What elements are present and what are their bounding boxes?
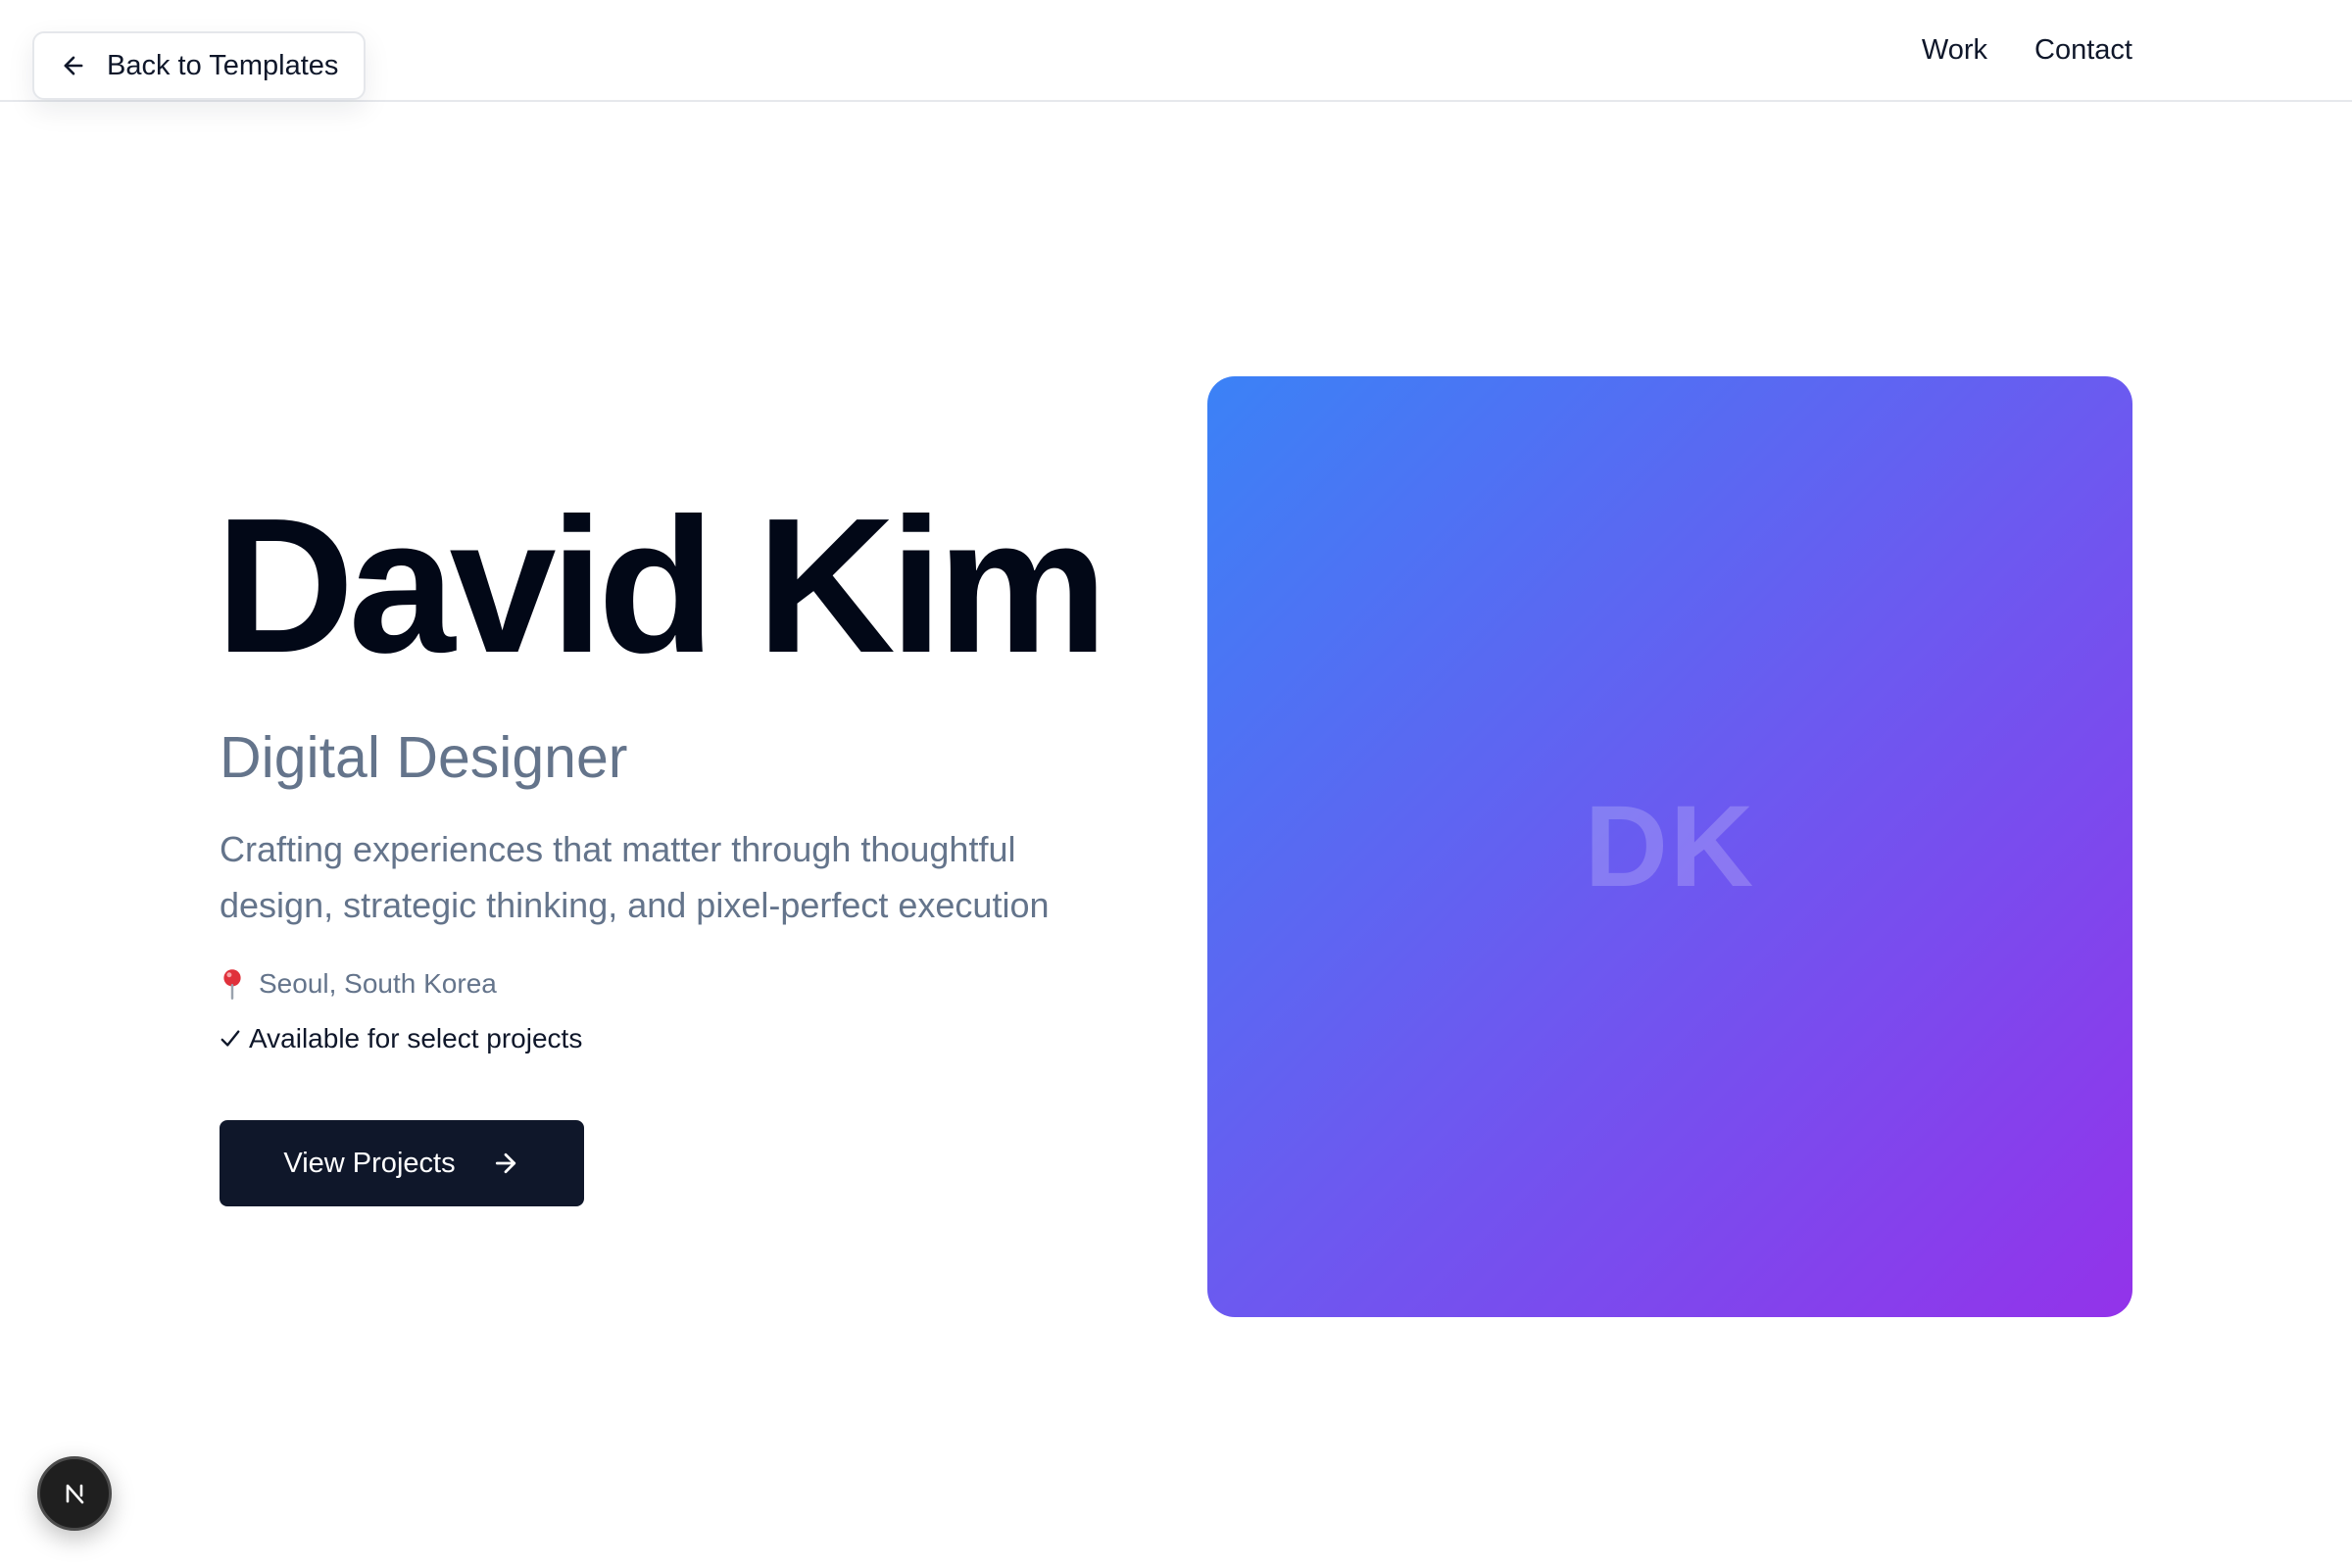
hero-avatar-card: DK <box>1207 376 2132 1317</box>
back-to-templates-label: Back to Templates <box>107 49 339 81</box>
back-to-templates-button[interactable]: Back to Templates <box>32 31 366 100</box>
hero-location: Seoul, South Korea <box>220 964 497 1004</box>
hero-name-heading: David Kim <box>216 478 1107 693</box>
hero-role-subtitle: Digital Designer <box>220 725 628 790</box>
nav-link-work[interactable]: Work <box>1922 29 1987 71</box>
hero-availability-text: Available for select projects <box>249 1023 583 1054</box>
dev-tools-badge[interactable] <box>37 1456 112 1531</box>
hero-initials: DK <box>1584 782 1756 911</box>
view-projects-label: View Projects <box>283 1147 456 1179</box>
hero-tagline: Crafting experiences that matter through… <box>220 829 1050 925</box>
check-icon <box>220 1030 240 1047</box>
top-navigation-bar: Back to Templates Work Contact <box>0 0 2352 102</box>
map-pin-icon <box>223 969 241 1000</box>
hero-availability: Available for select projects <box>220 1019 582 1058</box>
arrow-right-icon <box>495 1152 515 1174</box>
n-logo-icon <box>66 1484 84 1504</box>
main-nav: Work Contact <box>1922 29 2132 71</box>
view-projects-button[interactable]: View Projects <box>220 1120 584 1206</box>
hero-location-text: Seoul, South Korea <box>259 968 497 999</box>
nav-link-contact[interactable]: Contact <box>2034 29 2132 71</box>
arrow-left-icon <box>64 56 83 75</box>
